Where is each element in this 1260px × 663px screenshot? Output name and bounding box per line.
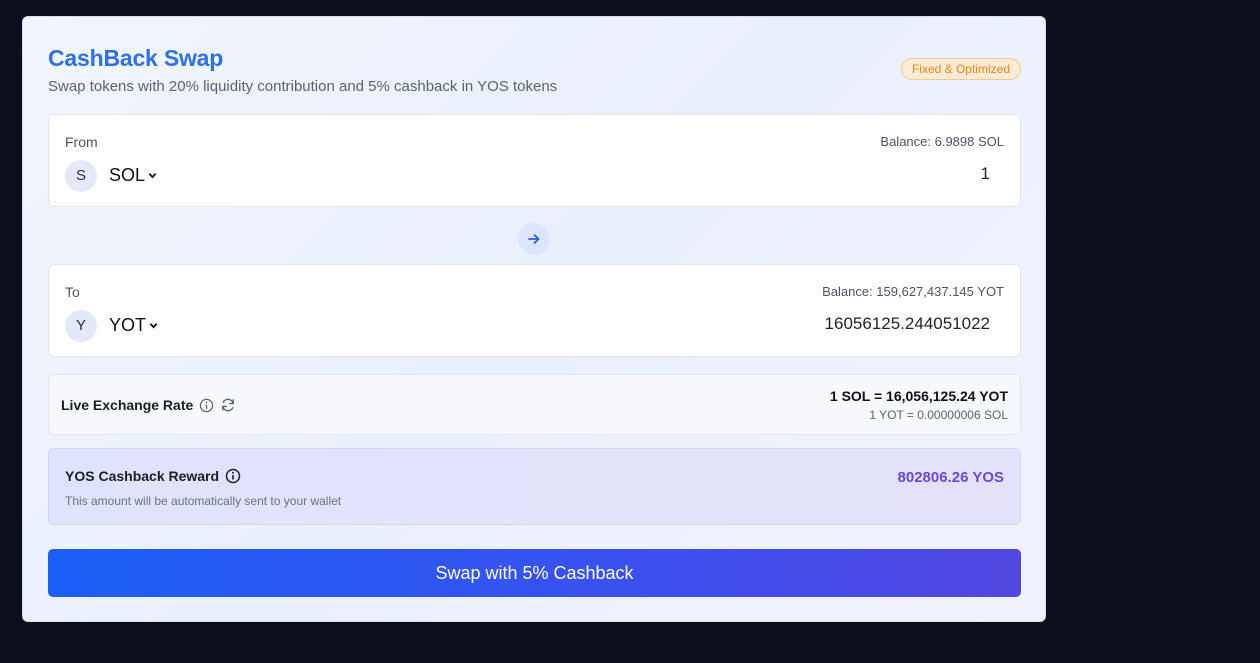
info-icon[interactable] [199, 398, 214, 413]
exchange-rate-heading: Live Exchange Rate [61, 397, 236, 413]
swap-button[interactable]: Swap with 5% Cashback [48, 549, 1021, 597]
from-token-avatar: S [65, 160, 97, 192]
to-token-select[interactable]: YOT [109, 315, 158, 336]
to-panel: To Balance: 159,627,437.145 YOT Y YOT [48, 264, 1021, 357]
exchange-rate-secondary: 1 YOT = 0.00000006 SOL [869, 408, 1008, 422]
from-balance: Balance: 6.9898 SOL [880, 134, 1004, 149]
cashback-value: 802806.26 YOS [897, 469, 1004, 486]
to-balance: Balance: 159,627,437.145 YOT [822, 284, 1004, 299]
status-badge: Fixed & Optimized [900, 58, 1021, 80]
to-amount-input[interactable] [590, 314, 990, 334]
from-token-select[interactable]: SOL [109, 165, 157, 186]
from-amount-input[interactable] [590, 164, 990, 184]
exchange-rate-panel: Live Exchange Rate 1 SOL = 16,056,125.24… [48, 374, 1021, 435]
from-panel: From Balance: 6.9898 SOL S SOL [48, 114, 1021, 207]
from-label: From [65, 134, 98, 150]
to-label: To [65, 284, 80, 300]
arrow-right-icon [528, 234, 540, 244]
exchange-rate-label: Live Exchange Rate [61, 397, 194, 413]
cashback-reward-panel: YOS Cashback Reward This amount will be … [48, 448, 1021, 525]
swap-direction-button[interactable] [518, 223, 550, 255]
to-token-avatar: Y [65, 310, 97, 342]
refresh-icon[interactable] [220, 397, 236, 413]
cashback-note: This amount will be automatically sent t… [65, 494, 342, 508]
exchange-rate-primary: 1 SOL = 16,056,125.24 YOT [829, 388, 1008, 404]
cashback-swap-card: CashBack Swap Swap tokens with 20% liqui… [22, 16, 1046, 622]
cashback-label: YOS Cashback Reward [65, 468, 220, 484]
from-token-symbol: SOL [109, 165, 146, 185]
info-icon[interactable] [225, 468, 241, 484]
cashback-heading: YOS Cashback Reward [65, 468, 241, 484]
page-title: CashBack Swap [48, 45, 224, 71]
chevron-down-icon [148, 173, 157, 179]
chevron-down-icon [149, 323, 158, 329]
page-subtitle: Swap tokens with 20% liquidity contribut… [48, 78, 558, 95]
to-token-symbol: YOT [109, 315, 147, 335]
